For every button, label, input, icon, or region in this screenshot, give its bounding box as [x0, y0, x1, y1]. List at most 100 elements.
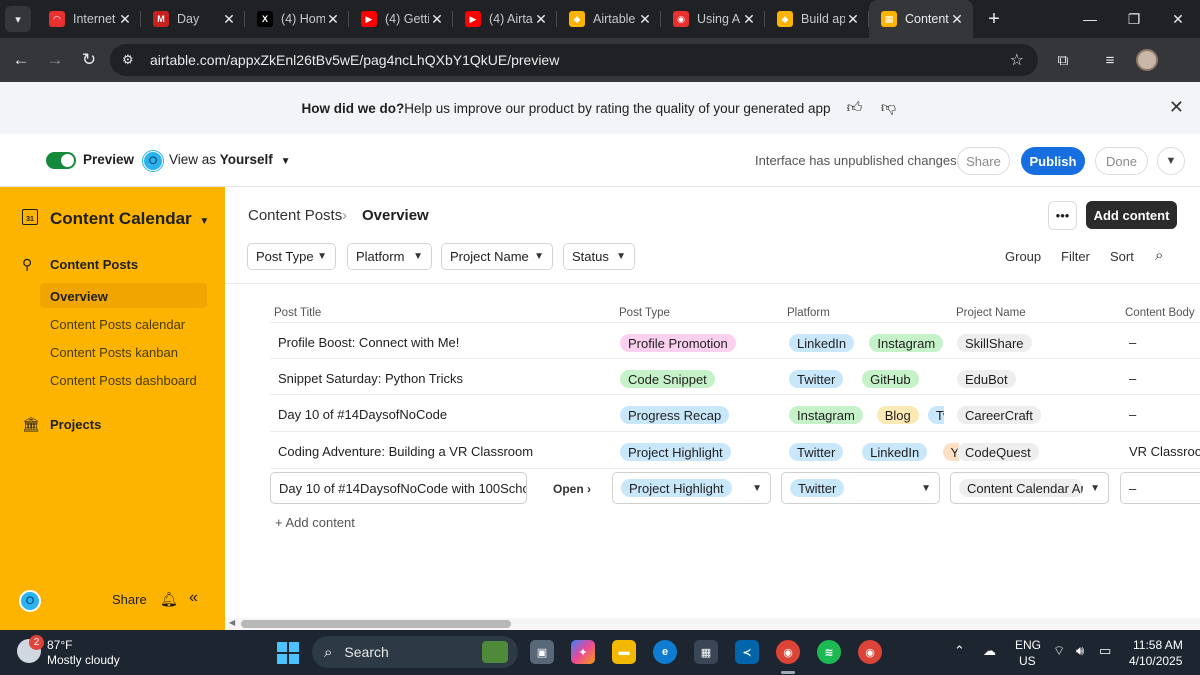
browser-tab[interactable]: X (4) Home✕: [245, 0, 349, 38]
new-row-body-input[interactable]: –: [1120, 472, 1200, 504]
close-window-button[interactable]: ✕: [1156, 0, 1200, 38]
language-indicator[interactable]: ENG: [1015, 638, 1041, 652]
sidebar-share-button[interactable]: Share: [112, 592, 147, 607]
chevron-down-icon: ▼: [199, 216, 210, 227]
region-indicator[interactable]: US: [1019, 654, 1036, 668]
close-tab-icon[interactable]: ✕: [637, 11, 653, 28]
scroll-left-icon[interactable]: ◀: [229, 618, 235, 627]
sidebar-section-projects[interactable]: Projects: [50, 417, 101, 432]
bell-icon[interactable]: 🔔︎: [160, 591, 178, 608]
close-tab-icon[interactable]: ✕: [741, 11, 757, 28]
sidebar-item-dashboard[interactable]: Content Posts dashboard: [50, 373, 197, 388]
tab-title: Internet: [73, 12, 116, 26]
weather-temperature[interactable]: 87°F: [47, 638, 72, 652]
platform-chip: Twitter: [790, 479, 845, 497]
browser-tab[interactable]: M Day ✕: [141, 0, 245, 38]
browser-tab[interactable]: ▦ Content ✕: [869, 0, 973, 38]
omnibox[interactable]: ⚙ airtable.com/appxZkEnl26tBv5wE/pag4ncL…: [110, 44, 1038, 76]
chrome-icon[interactable]: ◉: [776, 640, 800, 664]
platform-chip: Twitter: [789, 370, 844, 388]
share-button[interactable]: Share: [957, 147, 1010, 175]
thumbs-up-icon[interactable]: 👍︎: [845, 99, 865, 117]
bookmark-star-icon[interactable]: ☆: [1010, 50, 1024, 70]
post-type-chip: Progress Recap: [620, 406, 730, 424]
clock-time[interactable]: 11:58 AM: [1133, 638, 1183, 652]
spotify-icon[interactable]: ≋: [817, 640, 841, 664]
close-tab-icon[interactable]: ✕: [845, 11, 861, 28]
browser-tab[interactable]: ▶ (4) Airta ✕: [453, 0, 557, 38]
add-row-button[interactable]: + Add content: [275, 515, 355, 530]
close-tab-icon[interactable]: ✕: [949, 11, 965, 28]
new-row-title-input[interactable]: Day 10 of #14DaysofNoCode with 100School: [270, 472, 527, 504]
browser-tab[interactable]: ◠ Internet ✕: [37, 0, 141, 38]
content-body-cell[interactable]: –: [1129, 371, 1136, 386]
scrollbar-thumb[interactable]: [241, 620, 511, 628]
post-title-cell[interactable]: Profile Boost: Connect with Me!: [278, 335, 459, 350]
sidebar-item-overview[interactable]: Overview: [50, 289, 108, 304]
weather-condition[interactable]: Mostly cloudy: [47, 653, 120, 667]
browser-tab[interactable]: ◆ Build ap ✕: [765, 0, 869, 38]
close-icon[interactable]: ✕: [1169, 97, 1184, 118]
taskbar-search[interactable]: ⌕ Search: [312, 636, 518, 668]
preview-toggle[interactable]: [46, 152, 76, 169]
browser-tab[interactable]: ◉ Using A ✕: [661, 0, 765, 38]
site-info-icon[interactable]: ⚙: [122, 52, 144, 68]
store-icon[interactable]: ▦: [694, 640, 718, 664]
close-tab-icon[interactable]: ✕: [533, 11, 549, 28]
post-title-cell[interactable]: Coding Adventure: Building a VR Classroo…: [278, 444, 533, 459]
new-row-project-select[interactable]: Content Calendar App ▼: [950, 472, 1109, 504]
task-view-icon[interactable]: ▣: [530, 640, 554, 664]
thumbs-down-icon[interactable]: 👎︎: [879, 99, 899, 117]
battery-icon[interactable]: ▭: [1099, 643, 1111, 659]
reload-icon[interactable]: ↻: [72, 43, 106, 77]
main-content: Content Posts › Overview ••• Add content…: [225, 187, 1200, 630]
close-tab-icon[interactable]: ✕: [325, 11, 341, 28]
content-body-cell[interactable]: –: [1129, 335, 1136, 350]
new-tab-button[interactable]: +: [979, 8, 1009, 31]
close-tab-icon[interactable]: ✕: [221, 11, 237, 28]
back-icon[interactable]: ←: [4, 43, 38, 77]
browser-tab[interactable]: ◆ Airtable ✕: [557, 0, 661, 38]
edge-icon[interactable]: e: [653, 640, 677, 664]
app-title[interactable]: Content Calendar ▼: [50, 209, 209, 229]
clock-date[interactable]: 4/10/2025: [1129, 654, 1182, 668]
user-avatar[interactable]: O: [19, 590, 41, 612]
chrome-profile-icon[interactable]: ◉: [858, 640, 882, 664]
onedrive-icon[interactable]: ☁: [983, 643, 996, 659]
close-tab-icon[interactable]: ✕: [429, 11, 445, 28]
restore-button[interactable]: ❐: [1112, 0, 1156, 38]
volume-icon[interactable]: 🔊︎: [1076, 643, 1084, 659]
done-button[interactable]: Done: [1095, 147, 1148, 175]
minimize-button[interactable]: —: [1068, 0, 1112, 38]
copilot-icon[interactable]: ✦: [571, 640, 595, 664]
chevron-down-icon[interactable]: ▼: [1157, 147, 1185, 175]
address-bar: ← → ↻ ⚙ airtable.com/appxZkEnl26tBv5wE/p…: [0, 38, 1200, 82]
extensions-icon[interactable]: ⧉: [1049, 46, 1077, 74]
new-row-platform-select[interactable]: Twitter ▼: [781, 472, 940, 504]
close-tab-icon[interactable]: ✕: [117, 11, 133, 28]
view-as-dropdown[interactable]: View as Yourself ▼: [169, 152, 290, 167]
wifi-icon[interactable]: ⌔: [1053, 643, 1065, 659]
publish-button[interactable]: Publish: [1021, 147, 1085, 175]
collapse-sidebar-icon[interactable]: «: [189, 589, 198, 607]
post-title-cell[interactable]: Day 10 of #14DaysofNoCode: [278, 407, 447, 422]
browser-tab[interactable]: ▶ (4) Getti ✕: [349, 0, 453, 38]
sidebar-item-calendar[interactable]: Content Posts calendar: [50, 317, 185, 332]
file-explorer-icon[interactable]: ▬: [612, 640, 636, 664]
sidebar-section-content-posts[interactable]: Content Posts: [50, 257, 138, 272]
content-body-cell[interactable]: –: [1129, 407, 1136, 422]
post-title-cell[interactable]: Snippet Saturday: Python Tricks: [278, 371, 463, 386]
forward-icon[interactable]: →: [38, 43, 72, 77]
tab-search-button[interactable]: ▾: [5, 6, 31, 32]
media-control-icon[interactable]: ≡: [1096, 46, 1124, 74]
open-record-button[interactable]: Open ›: [553, 482, 591, 496]
new-row-type-select[interactable]: Project Highlight ▼: [612, 472, 771, 504]
sidebar-item-kanban[interactable]: Content Posts kanban: [50, 345, 178, 360]
windows-start-icon[interactable]: [277, 642, 299, 664]
horizontal-scrollbar[interactable]: ◀: [225, 618, 1200, 630]
tray-overflow-icon[interactable]: ⌃: [954, 643, 965, 659]
vscode-icon[interactable]: ≺: [735, 640, 759, 664]
profile-avatar[interactable]: [1136, 49, 1158, 71]
content-body-cell[interactable]: VR Classroom: [1129, 444, 1200, 459]
url-text[interactable]: airtable.com/appxZkEnl26tBv5wE/pag4ncLhQ…: [150, 52, 559, 68]
